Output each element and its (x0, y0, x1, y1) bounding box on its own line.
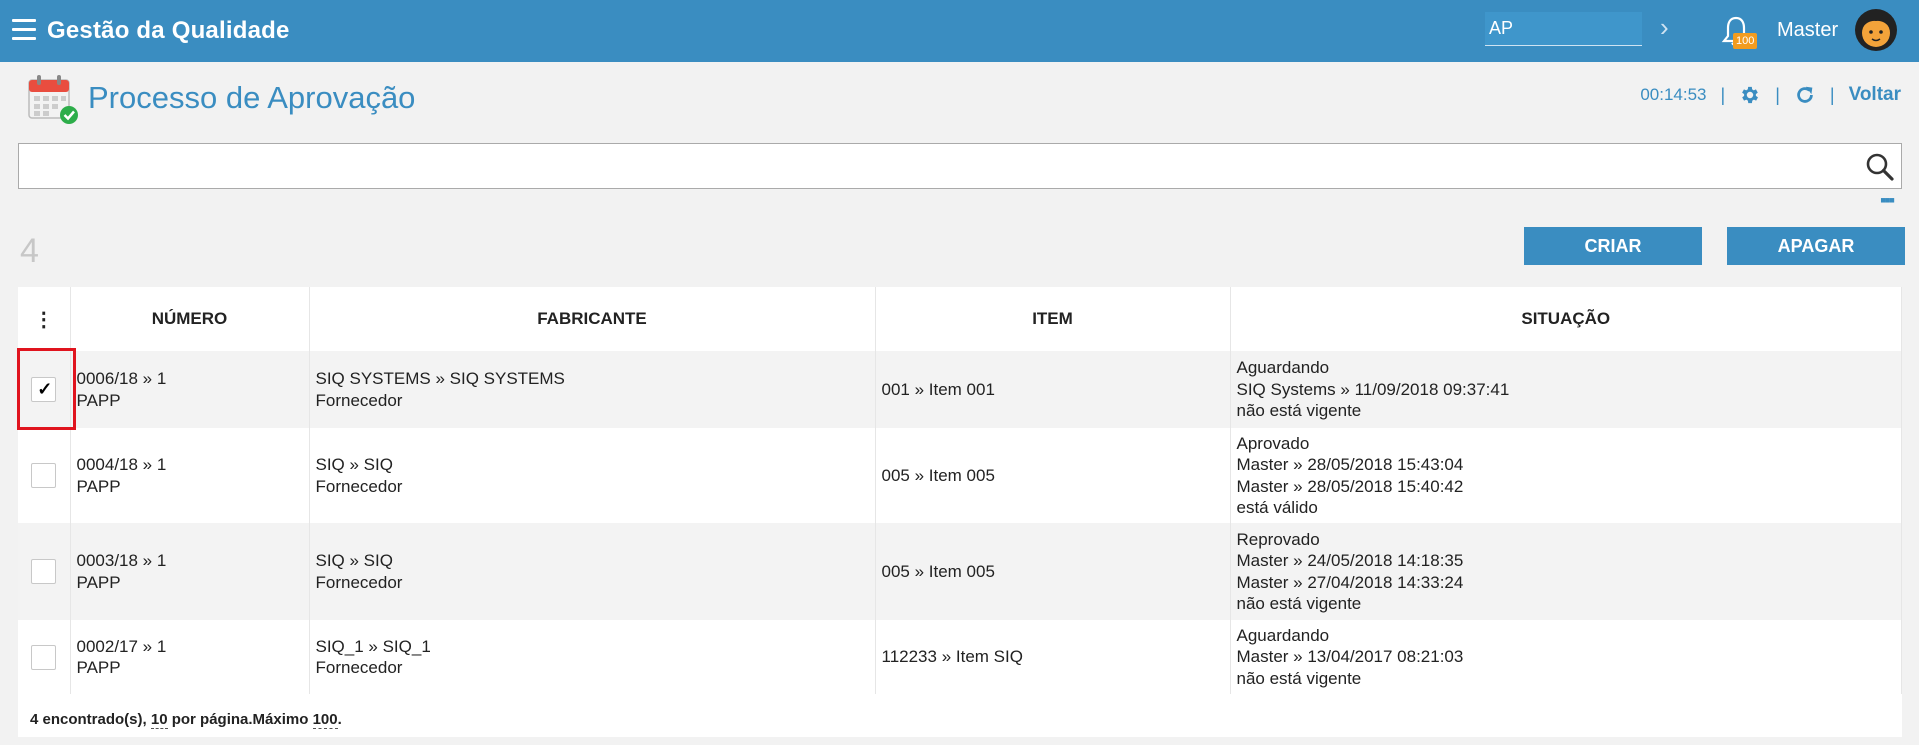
situacao-status: Aguardando (1236, 358, 1330, 378)
column-options-icon[interactable]: ⋮ (18, 287, 71, 351)
gear-icon[interactable] (1739, 84, 1761, 106)
column-header-situacao[interactable]: SITUAÇÃO (1230, 287, 1902, 351)
tipo-cell: PAPP (76, 476, 121, 496)
delete-button[interactable]: APAGAR (1727, 227, 1905, 265)
situacao-validity: não está vigente (1236, 401, 1362, 421)
back-link[interactable]: Voltar (1849, 84, 1901, 106)
fabricante-cell: SIQ SYSTEMS » SIQ SYSTEMS (315, 369, 565, 388)
more-options-icon[interactable]: ▪▪▪ (1880, 190, 1895, 211)
session-timer: 00:14:53 (1640, 85, 1707, 104)
fabricante-type: Fornecedor (315, 390, 403, 410)
row-checkbox[interactable] (31, 559, 57, 584)
situacao-status: Aguardando (1236, 625, 1330, 645)
row-checkbox[interactable] (31, 644, 57, 670)
numero-cell: 0002/17 » 1 (76, 636, 167, 656)
situacao-validity: não está vigente (1236, 594, 1362, 613)
table-row[interactable]: 0004/18 » 1 PAPP SIQ » SIQ Fornecedor 005 … (18, 428, 1902, 523)
column-header-fabricante[interactable]: FABRICANTE (309, 287, 876, 351)
results-table: ⋮ NÚMERO FABRICANTE ITEM SITUAÇÃO ✓ 0006… (18, 287, 1902, 737)
header-actions: 00:14:53 | | | Voltar (1640, 84, 1901, 106)
search-bar (18, 143, 1902, 189)
pagination-footer: 4 encontrado(s), 10 por página.Máximo 10… (30, 711, 342, 729)
fabricante-type: Fornecedor (315, 476, 403, 496)
fabricante-cell: SIQ » SIQ (315, 455, 393, 474)
record-count: 4 (20, 232, 39, 270)
chevron-right-icon[interactable]: › (1660, 12, 1669, 43)
numero-cell: 0006/18 » 1 (76, 369, 167, 388)
divider: | (1775, 84, 1780, 105)
row-checkbox[interactable] (31, 463, 57, 488)
situacao-status: Aprovado (1236, 433, 1310, 453)
hamburger-menu-icon[interactable] (12, 19, 36, 41)
create-button[interactable]: CRIAR (1524, 227, 1702, 265)
fabricante-type: Fornecedor (315, 658, 403, 677)
divider: | (1720, 84, 1726, 105)
situacao-validity: está válido (1236, 498, 1318, 517)
situacao-status: Reprovado (1236, 529, 1320, 549)
app-title: Gestão da Qualidade (47, 17, 290, 44)
calendar-check-icon (28, 75, 78, 124)
max-link[interactable]: 100 (312, 711, 338, 729)
avatar[interactable] (1854, 8, 1898, 52)
situacao-detail: Master » 24/05/2018 14:18:35 (1236, 551, 1464, 570)
page-title: Processo de Aprovação (88, 80, 416, 115)
situacao-detail: Master » 28/05/2018 15:43:04 (1236, 455, 1464, 474)
item-cell: 112233 » Item SIQ (881, 647, 1023, 667)
row-checkbox[interactable]: ✓ (31, 377, 57, 402)
item-cell: 005 » Item 005 (881, 561, 995, 581)
checkmark-icon: ✓ (37, 379, 53, 399)
refresh-icon[interactable] (1794, 84, 1816, 106)
item-cell: 005 » Item 005 (881, 465, 995, 485)
fabricante-cell: SIQ_1 » SIQ_1 (315, 636, 431, 656)
item-cell: 001 » Item 001 (881, 379, 995, 399)
numero-cell: 0003/18 » 1 (76, 551, 167, 570)
table-row[interactable]: 0002/17 » 1 PAPP SIQ_1 » SIQ_1 Fornecedor … (18, 620, 1902, 694)
user-name[interactable]: Master (1777, 19, 1838, 42)
module-input[interactable] (1485, 12, 1642, 46)
tipo-cell: PAPP (76, 658, 121, 677)
search-icon[interactable] (1865, 152, 1895, 182)
column-header-numero[interactable]: NÚMERO (70, 287, 310, 351)
per-page-label: por página.Máximo (171, 711, 309, 728)
per-page-link[interactable]: 10 (150, 711, 168, 729)
divider: | (1829, 84, 1835, 105)
table-row[interactable]: 0003/18 » 1 PAPP SIQ » SIQ Fornecedor 005 … (18, 523, 1902, 620)
situacao-detail: Master » 13/04/2017 08:21:03 (1236, 647, 1464, 667)
footer-end: . (337, 711, 342, 728)
fabricante-type: Fornecedor (315, 572, 403, 592)
column-header-item[interactable]: ITEM (875, 287, 1231, 351)
fabricante-cell: SIQ » SIQ (315, 551, 393, 570)
tipo-cell: PAPP (76, 572, 121, 592)
notification-badge: 100 (1733, 33, 1758, 49)
situacao-detail: Master » 28/05/2018 15:40:42 (1236, 476, 1464, 496)
situacao-detail: Master » 27/04/2018 14:33:24 (1236, 572, 1464, 592)
search-input[interactable] (19, 144, 1849, 188)
situacao-detail: SIQ Systems » 11/09/2018 09:37:41 (1236, 379, 1510, 399)
found-count: 4 encontrado(s), (30, 711, 147, 728)
situacao-validity: não está vigente (1236, 668, 1362, 688)
tipo-cell: PAPP (76, 390, 121, 410)
table-row[interactable]: ✓ 0006/18 » 1 PAPP SIQ SYSTEMS » SIQ SYST… (18, 351, 1902, 428)
numero-cell: 0004/18 » 1 (76, 455, 167, 474)
top-bar: Gestão da Qualidade › 100 Master (0, 0, 1919, 62)
